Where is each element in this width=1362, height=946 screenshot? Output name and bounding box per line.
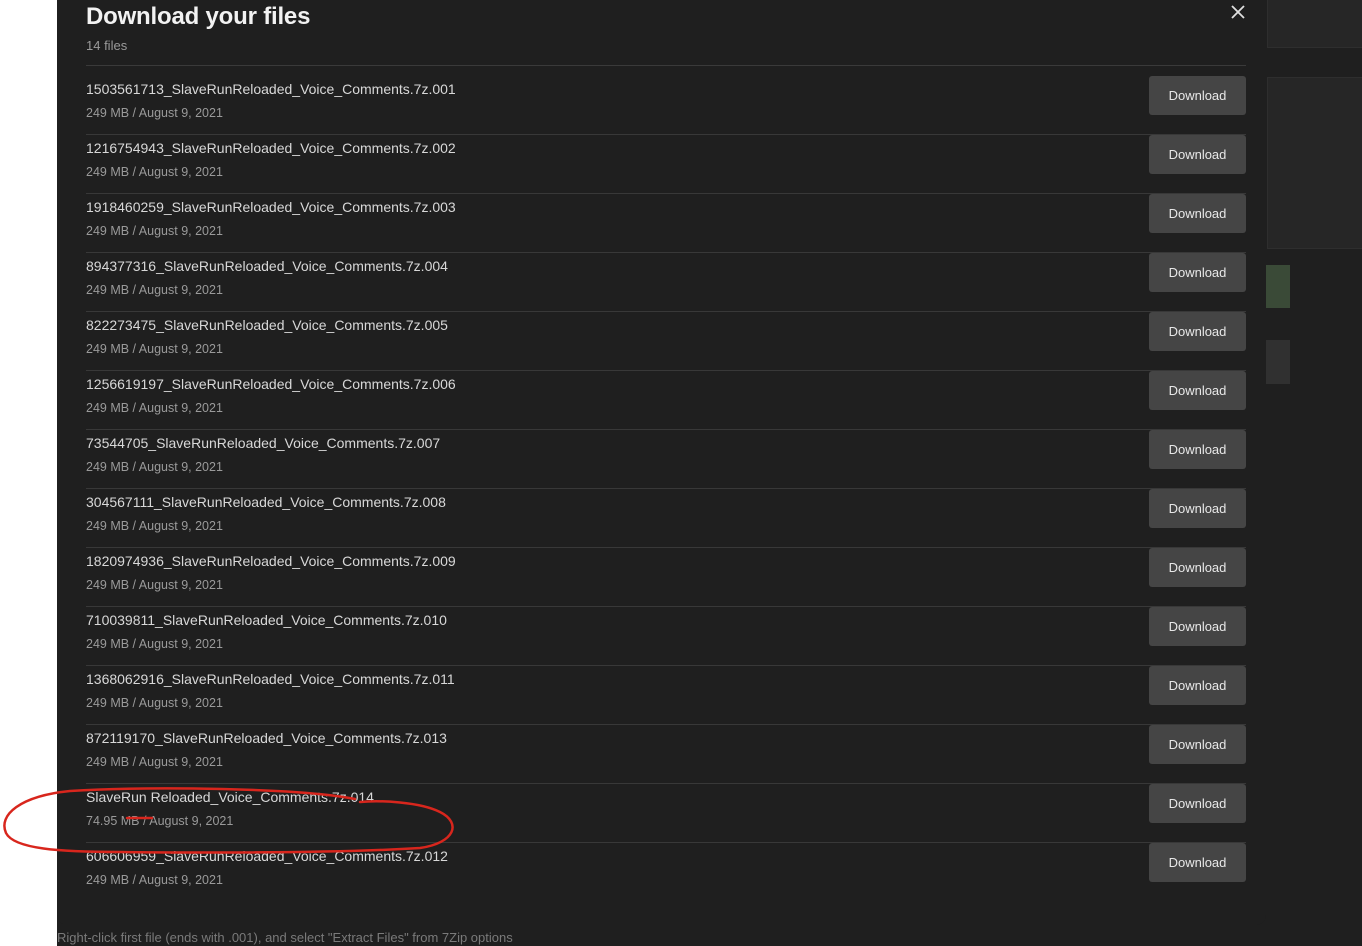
file-meta: 74.95 MB / August 9, 2021 — [86, 814, 234, 828]
file-row: 894377316_SlaveRunReloaded_Voice_Comment… — [86, 253, 1246, 312]
file-name: 606606959_SlaveRunReloaded_Voice_Comment… — [86, 848, 448, 864]
file-row: 1918460259_SlaveRunReloaded_Voice_Commen… — [86, 194, 1246, 253]
file-name: 1503561713_SlaveRunReloaded_Voice_Commen… — [86, 81, 456, 97]
download-button[interactable]: Download — [1149, 371, 1246, 410]
file-meta: 249 MB / August 9, 2021 — [86, 283, 223, 297]
download-button[interactable]: Download — [1149, 666, 1246, 705]
file-meta: 249 MB / August 9, 2021 — [86, 401, 223, 415]
file-meta: 249 MB / August 9, 2021 — [86, 165, 223, 179]
file-name: 1368062916_SlaveRunReloaded_Voice_Commen… — [86, 671, 455, 687]
close-icon-glyph — [1231, 5, 1245, 19]
file-row: 1820974936_SlaveRunReloaded_Voice_Commen… — [86, 548, 1246, 607]
file-row: 1368062916_SlaveRunReloaded_Voice_Commen… — [86, 666, 1246, 725]
file-meta: 249 MB / August 9, 2021 — [86, 578, 223, 592]
download-button[interactable]: Download — [1149, 725, 1246, 764]
file-meta: 249 MB / August 9, 2021 — [86, 873, 223, 887]
file-name: 73544705_SlaveRunReloaded_Voice_Comments… — [86, 435, 441, 451]
file-meta: 249 MB / August 9, 2021 — [86, 460, 223, 474]
file-list: 1503561713_SlaveRunReloaded_Voice_Commen… — [86, 76, 1246, 901]
download-button[interactable]: Download — [1149, 548, 1246, 587]
download-button[interactable]: Download — [1149, 784, 1246, 823]
file-meta: 249 MB / August 9, 2021 — [86, 106, 223, 120]
file-count: 14 files — [86, 38, 128, 53]
file-meta: 249 MB / August 9, 2021 — [86, 637, 223, 651]
download-button[interactable]: Download — [1149, 430, 1246, 469]
background-button — [1266, 340, 1290, 384]
download-button[interactable]: Download — [1149, 312, 1246, 351]
download-button[interactable]: Download — [1149, 607, 1246, 646]
file-row: 73544705_SlaveRunReloaded_Voice_Comments… — [86, 430, 1246, 489]
file-meta: 249 MB / August 9, 2021 — [86, 224, 223, 238]
download-button[interactable]: Download — [1149, 489, 1246, 528]
dialog-title: Download your files — [86, 3, 311, 30]
download-button[interactable]: Download — [1149, 76, 1246, 115]
download-button[interactable]: Download — [1149, 843, 1246, 882]
background-panel — [1267, 77, 1362, 249]
file-name: 894377316_SlaveRunReloaded_Voice_Comment… — [86, 258, 448, 274]
download-button[interactable]: Download — [1149, 194, 1246, 233]
file-name: SlaveRun Reloaded_Voice_Comments.7z.014 — [86, 789, 374, 805]
close-icon[interactable] — [1228, 3, 1248, 23]
file-meta: 249 MB / August 9, 2021 — [86, 755, 223, 769]
file-row: 1256619197_SlaveRunReloaded_Voice_Commen… — [86, 371, 1246, 430]
file-name: 1256619197_SlaveRunReloaded_Voice_Commen… — [86, 376, 456, 392]
file-row: 872119170_SlaveRunReloaded_Voice_Comment… — [86, 725, 1246, 784]
background-hint-text: Right-click first file (ends with .001),… — [57, 930, 513, 945]
file-row: 1503561713_SlaveRunReloaded_Voice_Commen… — [86, 76, 1246, 135]
file-row: SlaveRun Reloaded_Voice_Comments.7z.014 7… — [86, 784, 1246, 843]
file-meta: 249 MB / August 9, 2021 — [86, 696, 223, 710]
file-row: 606606959_SlaveRunReloaded_Voice_Comment… — [86, 843, 1246, 901]
file-row: 1216754943_SlaveRunReloaded_Voice_Commen… — [86, 135, 1246, 194]
file-name: 1918460259_SlaveRunReloaded_Voice_Commen… — [86, 199, 456, 215]
file-meta: 249 MB / August 9, 2021 — [86, 519, 223, 533]
download-dialog: Download your files 14 files 1503561713_… — [57, 0, 1266, 925]
file-row: 710039811_SlaveRunReloaded_Voice_Comment… — [86, 607, 1246, 666]
file-name: 822273475_SlaveRunReloaded_Voice_Comment… — [86, 317, 448, 333]
file-name: 872119170_SlaveRunReloaded_Voice_Comment… — [86, 730, 447, 746]
file-row: 822273475_SlaveRunReloaded_Voice_Comment… — [86, 312, 1246, 371]
file-name: 710039811_SlaveRunReloaded_Voice_Comment… — [86, 612, 447, 628]
file-meta: 249 MB / August 9, 2021 — [86, 342, 223, 356]
file-name: 304567111_SlaveRunReloaded_Voice_Comment… — [86, 494, 446, 510]
file-row: 304567111_SlaveRunReloaded_Voice_Comment… — [86, 489, 1246, 548]
background-button — [1266, 265, 1290, 308]
download-button[interactable]: Download — [1149, 135, 1246, 174]
download-button[interactable]: Download — [1149, 253, 1246, 292]
background-panel — [1267, 0, 1362, 48]
file-name: 1216754943_SlaveRunReloaded_Voice_Commen… — [86, 140, 456, 156]
dialog-header: Download your files 14 files — [86, 2, 310, 53]
header-divider — [86, 65, 1246, 66]
file-name: 1820974936_SlaveRunReloaded_Voice_Commen… — [86, 553, 456, 569]
